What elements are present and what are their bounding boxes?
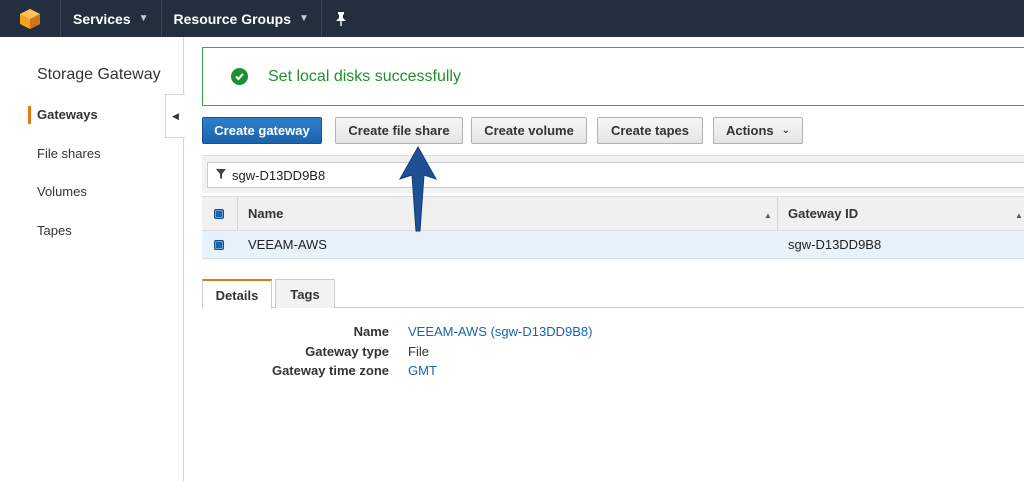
row-checkbox[interactable] bbox=[214, 231, 224, 258]
table-row[interactable]: VEEAM-AWS sgw-D13DD9B8 bbox=[202, 231, 1024, 259]
filter-value: sgw-D13DD9B8 bbox=[232, 167, 326, 183]
resource-groups-menu[interactable]: Resource Groups ▼ bbox=[162, 0, 321, 37]
main-content: Set local disks successfully Create gate… bbox=[184, 37, 1024, 481]
chevron-down-icon: ▼ bbox=[138, 13, 149, 24]
resource-groups-label: Resource Groups bbox=[173, 10, 291, 27]
sidebar-item-tapes[interactable]: Tapes bbox=[37, 223, 72, 238]
sidebar-item-volumes[interactable]: Volumes bbox=[37, 184, 87, 199]
chevron-down-icon: ⌄ bbox=[781, 125, 791, 136]
cell-gateway-id: sgw-D13DD9B8 bbox=[788, 237, 882, 252]
detail-name-label: Name bbox=[353, 324, 389, 339]
top-navigation-bar: Services ▼ Resource Groups ▼ bbox=[0, 0, 1024, 37]
checkbox-icon bbox=[214, 208, 224, 219]
detail-timezone-value[interactable]: GMT bbox=[408, 363, 437, 378]
detail-timezone-label: Gateway time zone bbox=[271, 363, 389, 378]
filter-input[interactable]: sgw-D13DD9B8 bbox=[207, 162, 1024, 188]
sort-asc-icon[interactable]: ▲ bbox=[1015, 211, 1023, 220]
services-menu[interactable]: Services ▼ bbox=[61, 0, 161, 37]
chevron-left-icon: ◀ bbox=[172, 110, 179, 121]
select-all-checkbox[interactable] bbox=[214, 197, 224, 230]
success-notification: Set local disks successfully bbox=[202, 47, 1024, 106]
column-header-name[interactable]: Name bbox=[248, 197, 283, 230]
tab-details[interactable]: Details bbox=[202, 279, 272, 309]
table-header: Name ▲ Gateway ID ▲ bbox=[202, 196, 1024, 231]
sort-asc-icon[interactable]: ▲ bbox=[764, 211, 772, 220]
active-indicator bbox=[28, 106, 31, 124]
column-divider bbox=[237, 197, 238, 230]
detail-type-value: File bbox=[408, 344, 429, 359]
annotation-arrow-icon bbox=[398, 145, 438, 232]
filter-icon bbox=[216, 168, 226, 182]
checkbox-icon bbox=[214, 239, 224, 250]
actions-label: Actions bbox=[725, 123, 774, 138]
sidebar-title: Storage Gateway bbox=[37, 66, 161, 83]
chevron-down-icon: ▼ bbox=[299, 13, 309, 24]
actions-dropdown[interactable]: Actions ⌄ bbox=[713, 117, 803, 144]
create-volume-button[interactable]: Create volume bbox=[471, 117, 587, 144]
notification-message: Set local disks successfully bbox=[268, 67, 461, 85]
collapse-sidebar-button[interactable]: ◀ bbox=[165, 94, 185, 138]
create-gateway-button[interactable]: Create gateway bbox=[202, 117, 322, 144]
detail-tabs: Details Tags bbox=[202, 279, 1024, 309]
detail-type-label: Gateway type bbox=[305, 344, 389, 359]
sidebar-item-gateways[interactable]: Gateways bbox=[37, 107, 98, 122]
sidebar-item-file-shares[interactable]: File shares bbox=[37, 146, 101, 161]
pin-icon[interactable] bbox=[322, 0, 360, 37]
create-tapes-button[interactable]: Create tapes bbox=[597, 117, 703, 144]
cell-name: VEEAM-AWS bbox=[248, 237, 327, 252]
create-file-share-button[interactable]: Create file share bbox=[335, 117, 463, 144]
detail-name-value[interactable]: VEEAM-AWS (sgw-D13DD9B8) bbox=[408, 324, 592, 339]
tab-tags[interactable]: Tags bbox=[275, 279, 335, 308]
filter-bar: sgw-D13DD9B8 bbox=[202, 155, 1024, 193]
sidebar: Storage Gateway Gateways File shares Vol… bbox=[0, 37, 185, 481]
services-label: Services bbox=[73, 10, 131, 27]
aws-logo-icon[interactable] bbox=[0, 0, 60, 37]
column-divider bbox=[777, 197, 778, 230]
column-header-gateway-id[interactable]: Gateway ID bbox=[788, 197, 858, 230]
gateways-table: Name ▲ Gateway ID ▲ VEEAM-AWS sgw-D13DD9… bbox=[202, 196, 1024, 259]
check-circle-icon bbox=[231, 68, 248, 85]
